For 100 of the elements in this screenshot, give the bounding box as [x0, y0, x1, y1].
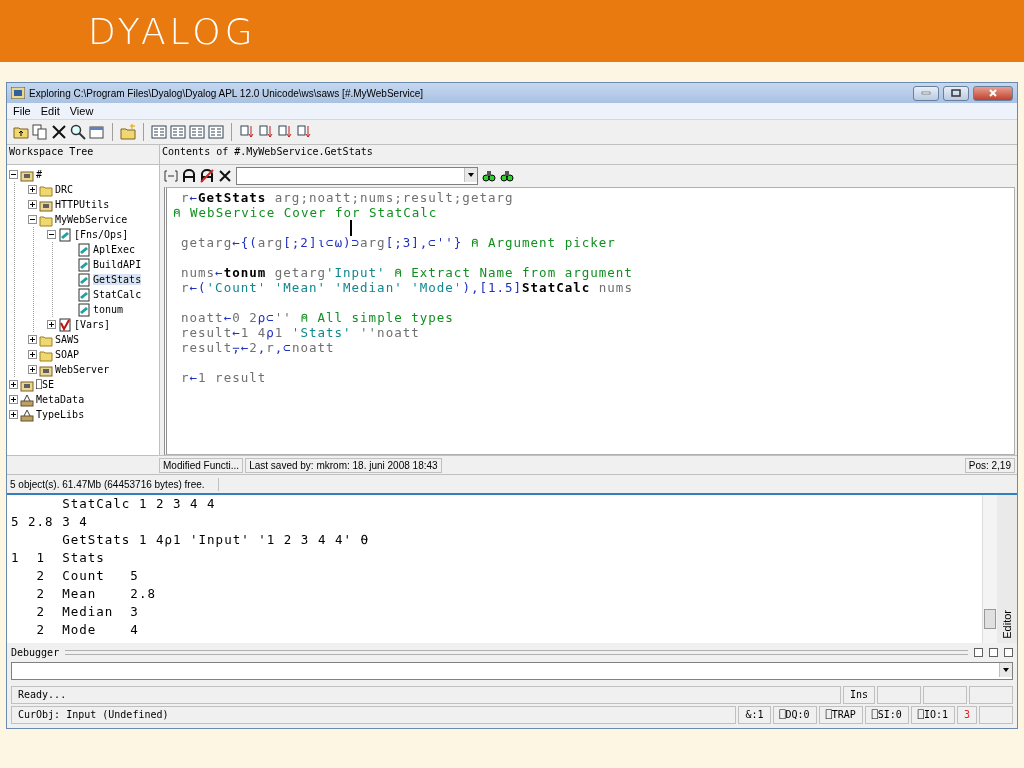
- tree-item[interactable]: ⎕SE: [36, 379, 55, 390]
- plus-icon[interactable]: [28, 200, 37, 209]
- status-field: [877, 686, 921, 704]
- minus-icon[interactable]: [47, 230, 56, 239]
- session-line: 5 2.8 3 4: [11, 513, 88, 531]
- plus-icon[interactable]: [9, 395, 18, 404]
- dock-button[interactable]: [989, 648, 998, 657]
- status-field: [979, 706, 1013, 724]
- app-icon: [11, 87, 25, 99]
- close-icon: [988, 89, 998, 97]
- function-icon: [77, 257, 91, 272]
- function-icon: [77, 302, 91, 317]
- tree-item[interactable]: #: [36, 169, 43, 180]
- status-message: CurObj: Input (Undefined): [11, 706, 737, 724]
- tree-item[interactable]: HTTPUtils: [55, 199, 110, 210]
- tree-item[interactable]: GetStats: [93, 274, 142, 285]
- sort-icon[interactable]: [296, 124, 312, 140]
- plus-icon[interactable]: [28, 365, 37, 374]
- session-line: 2 Mean 2.8: [35, 585, 156, 603]
- menu-item[interactable]: File: [13, 105, 31, 117]
- minus-icon[interactable]: [28, 215, 37, 224]
- tree-item[interactable]: TypeLibs: [36, 409, 85, 420]
- tree-item[interactable]: BuildAPI: [93, 259, 142, 270]
- text-cursor: [350, 220, 352, 236]
- tree-item[interactable]: tonum: [93, 304, 124, 315]
- session-line: StatCalc 1 2 3 4 4: [61, 495, 216, 513]
- tree-item[interactable]: [Fns/Ops]: [74, 229, 129, 240]
- tree-item[interactable]: AplExec: [93, 244, 136, 255]
- caret-icon: [1003, 668, 1009, 672]
- tree-item[interactable]: DRC: [55, 184, 74, 195]
- status-field: [969, 686, 1013, 704]
- tree-item[interactable]: StatCalc: [93, 289, 142, 300]
- function-icon: [77, 287, 91, 302]
- session-line: 2 Count 5: [35, 567, 139, 585]
- status-field: ⎕SI:0: [864, 706, 909, 724]
- sort-icon[interactable]: [277, 124, 293, 140]
- view-icon[interactable]: [170, 124, 186, 140]
- comment-icon[interactable]: [182, 169, 196, 183]
- tree-item[interactable]: SAWS: [55, 334, 80, 345]
- scrollbar[interactable]: [982, 495, 997, 643]
- plus-icon[interactable]: [28, 335, 37, 344]
- session-line: 2 Median 3: [35, 603, 139, 621]
- tree-item[interactable]: [Vars]: [74, 319, 111, 330]
- view-icon[interactable]: [151, 124, 167, 140]
- tree-item[interactable]: SOAP: [55, 349, 80, 360]
- status-field: Last saved by: mkrom: 18. juni 2008 18:43: [245, 457, 442, 473]
- folder-up-icon[interactable]: [13, 124, 29, 140]
- code-line: nums←tonum getarg'Input' ⍝ Extract Name from argument: [180, 265, 633, 280]
- panel-title: Debugger: [11, 647, 60, 658]
- status-message: Ready...: [11, 686, 841, 704]
- window-icon[interactable]: [89, 124, 105, 140]
- function-icon: [77, 242, 91, 257]
- debugger-field[interactable]: [11, 662, 1013, 680]
- menu-item[interactable]: View: [69, 105, 94, 117]
- side-tab[interactable]: Editor: [1001, 606, 1013, 643]
- maximize-icon: [951, 89, 961, 97]
- minus-icon[interactable]: [9, 170, 18, 179]
- tree-item[interactable]: MyWebService: [55, 214, 128, 225]
- close-button[interactable]: [1004, 648, 1013, 657]
- delete-icon[interactable]: [218, 169, 232, 183]
- view-icon[interactable]: [189, 124, 205, 140]
- status-field: [923, 686, 967, 704]
- plus-icon[interactable]: [9, 380, 18, 389]
- uncomment-icon[interactable]: [200, 169, 214, 183]
- maximize-button[interactable]: [943, 85, 969, 101]
- tree-item[interactable]: MetaData: [36, 394, 85, 405]
- session-line: 2 Mode 4: [35, 621, 139, 639]
- binoculars-icon[interactable]: [482, 169, 496, 183]
- plus-icon[interactable]: [47, 320, 56, 329]
- code-line: getarg←{(arg[;2]⍳⊂⍵)⊃arg[;3],⊂''} ⍝ Argument picker: [180, 235, 616, 250]
- menu-item[interactable]: Edit: [40, 105, 60, 117]
- pane-header: Contents of #.MyWebService.GetStats: [160, 145, 1017, 165]
- binoculars-icon[interactable]: [500, 169, 514, 183]
- code-line: noatt←0 2⍴⊂'' ⍝ All simple types: [180, 310, 454, 325]
- status-field: &:1: [738, 706, 771, 724]
- code-line: r←GetStats arg;noatt;nums;result;getarg: [180, 190, 514, 205]
- session-line: GetStats 1 4⍴1 'Input' '1 2 3 4 4' ⍬: [61, 531, 370, 549]
- search-field[interactable]: [236, 167, 478, 185]
- view-icon[interactable]: [208, 124, 224, 140]
- toolbox-icon: [20, 407, 34, 422]
- delete-icon[interactable]: [51, 124, 67, 140]
- plus-icon[interactable]: [28, 350, 37, 359]
- toolbox-icon: [20, 392, 34, 407]
- search-icon[interactable]: [70, 124, 86, 140]
- window-title: Exploring C:\Program Files\Dyalog\Dyalog APL 12.0 Unicode\ws\saws [#.MyWebService]: [29, 87, 425, 99]
- plus-icon[interactable]: [28, 185, 37, 194]
- status-field: 3: [956, 706, 977, 724]
- minimize-button[interactable]: [913, 85, 939, 101]
- plus-icon[interactable]: [9, 410, 18, 419]
- minimize-icon: [921, 91, 931, 95]
- close-button[interactable]: [973, 85, 1013, 101]
- code-line: r←1 result: [180, 370, 267, 385]
- status-field: ⎕IO:1: [910, 706, 955, 724]
- status-field: Pos: 2,19: [964, 457, 1015, 473]
- sort-icon[interactable]: [239, 124, 255, 140]
- sort-icon[interactable]: [258, 124, 274, 140]
- copy-icon[interactable]: [32, 124, 48, 140]
- function-icon: [77, 272, 91, 287]
- float-button[interactable]: [974, 648, 983, 657]
- tree-item[interactable]: WebServer: [55, 364, 110, 375]
